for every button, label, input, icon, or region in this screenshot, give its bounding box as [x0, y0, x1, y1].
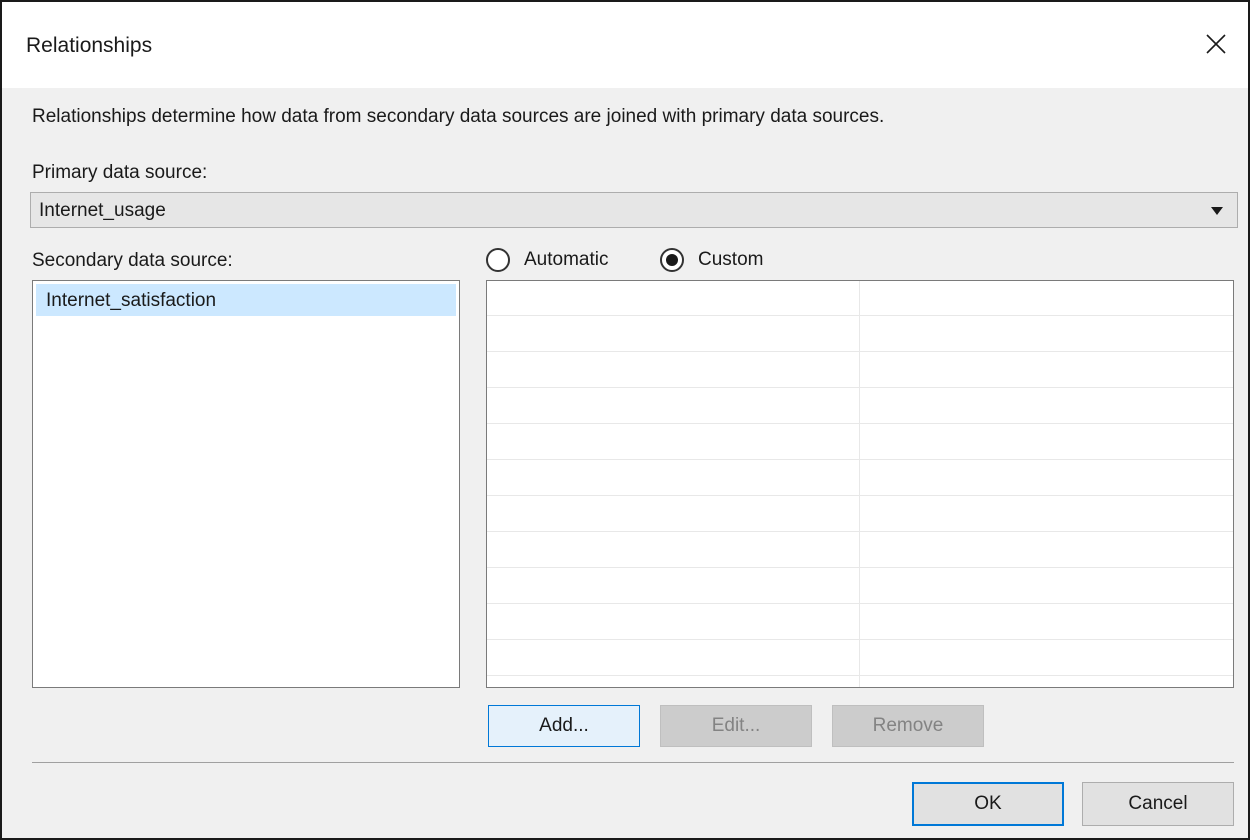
description-text: Relationships determine how data from se… [32, 106, 885, 127]
grid-row-line [487, 351, 1233, 352]
grid-row-line [487, 531, 1233, 532]
divider [32, 762, 1234, 763]
automatic-radio-label: Automatic [524, 249, 609, 270]
automatic-radio-circle[interactable] [486, 248, 510, 272]
ok-button[interactable]: OK [912, 782, 1064, 826]
primary-source-value: Internet_usage [39, 200, 166, 221]
grid-row-line [487, 459, 1233, 460]
title-bar: Relationships [2, 2, 1248, 88]
close-icon [1206, 34, 1226, 54]
add-button[interactable]: Add... [488, 705, 640, 747]
dialog-title: Relationships [26, 34, 153, 57]
close-button[interactable] [1196, 24, 1236, 64]
custom-radio[interactable]: Custom [660, 246, 763, 274]
grid-row-line [487, 423, 1233, 424]
relationships-dialog: Relationships Relationships determine ho… [0, 0, 1250, 840]
grid-row-line [487, 675, 1233, 676]
dropdown-arrow-icon [1211, 207, 1223, 215]
secondary-source-list[interactable]: Internet_satisfaction [32, 280, 460, 688]
automatic-radio[interactable]: Automatic [486, 246, 608, 274]
remove-button[interactable]: Remove [832, 705, 984, 747]
custom-radio-circle[interactable] [660, 248, 684, 272]
field-mapping-grid[interactable] [486, 280, 1234, 688]
primary-source-dropdown[interactable]: Internet_usage [30, 192, 1238, 228]
list-item[interactable]: Internet_satisfaction [36, 284, 456, 316]
grid-column-divider [859, 281, 860, 687]
grid-row-line [487, 639, 1233, 640]
primary-source-label: Primary data source: [32, 162, 208, 183]
radio-selected-dot-icon [666, 254, 678, 266]
edit-button[interactable]: Edit... [660, 705, 812, 747]
grid-row-line [487, 315, 1233, 316]
grid-row-line [487, 387, 1233, 388]
grid-row-line [487, 495, 1233, 496]
cancel-button[interactable]: Cancel [1082, 782, 1234, 826]
list-item-label: Internet_satisfaction [46, 290, 217, 311]
grid-row-line [487, 603, 1233, 604]
secondary-source-label: Secondary data source: [32, 250, 233, 271]
custom-radio-label: Custom [698, 249, 764, 270]
grid-row-line [487, 567, 1233, 568]
